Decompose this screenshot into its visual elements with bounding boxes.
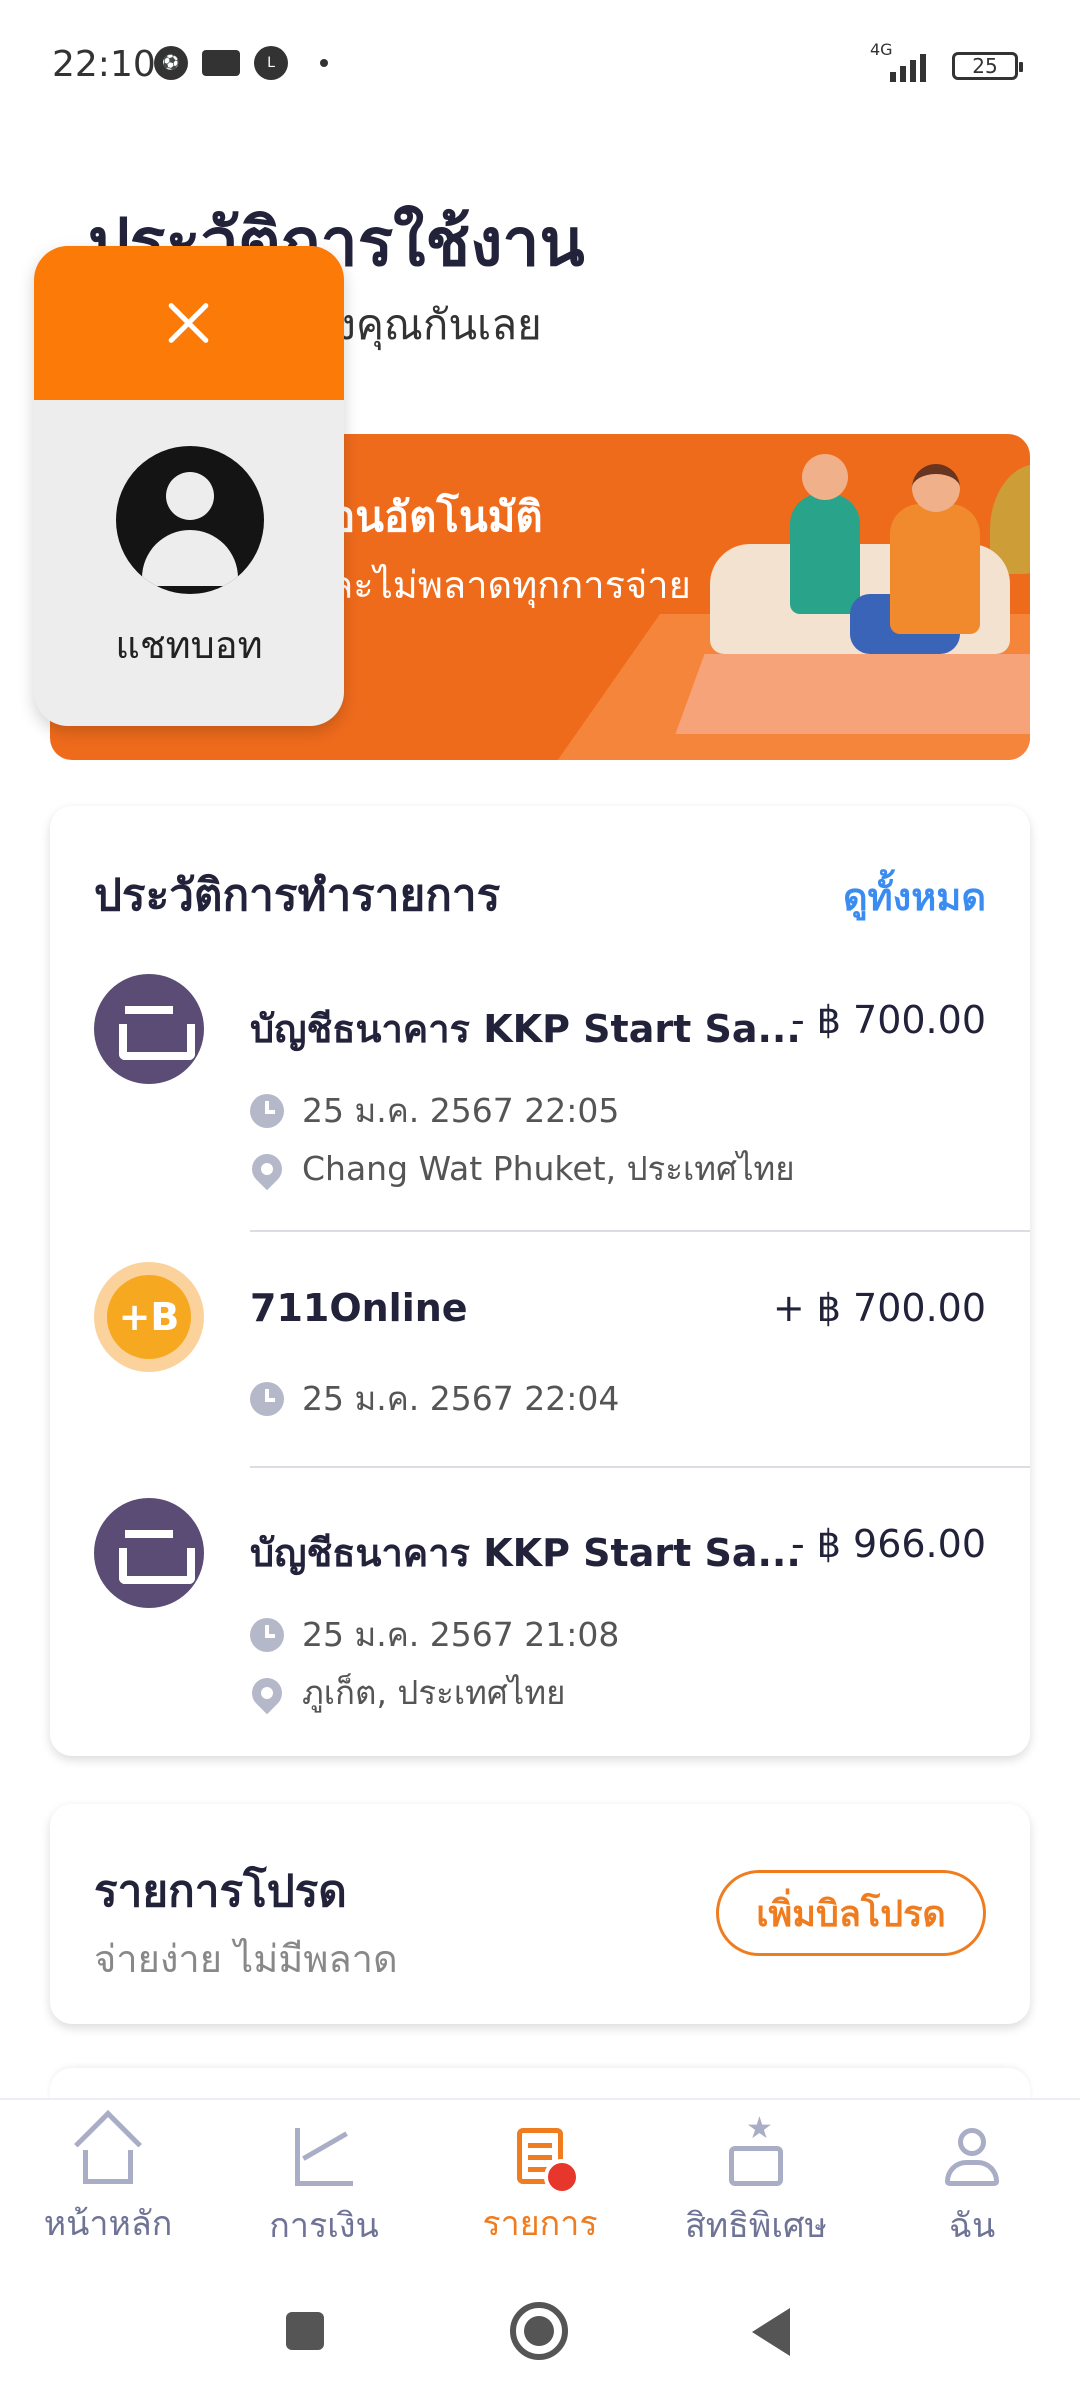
person-illustration xyxy=(790,494,860,614)
close-icon xyxy=(162,296,216,350)
baht-coin-icon: +B xyxy=(94,1262,204,1372)
bottom-nav: หน้าหลัก การเงิน รายการ สิทธิพิเศษ ฉัน xyxy=(0,2098,1080,2268)
chatbot-widget[interactable]: แชทบอท xyxy=(34,246,344,726)
banner-rug xyxy=(675,654,1030,734)
divider xyxy=(250,1466,1030,1468)
crown-icon xyxy=(202,50,240,76)
location-pin-icon xyxy=(245,1671,289,1714)
transaction-location-text: Chang Wat Phuket, ประเทศไทย xyxy=(302,1149,795,1188)
status-time: 22:10 xyxy=(52,44,156,85)
transaction-datetime-text: 25 ม.ค. 2567 22:05 xyxy=(302,1091,620,1130)
banner-title: อนอัตโนมัติ xyxy=(330,492,543,541)
transaction-location-text: ภูเก็ต, ประเทศไทย xyxy=(302,1673,566,1712)
banner-text: ละไม่พลาดทุกการจ่าย xyxy=(330,563,691,607)
notification-icons: ⚽ L xyxy=(154,46,328,80)
nav-label: สิทธิพิเศษ xyxy=(685,2206,827,2246)
favorite-bills-subtitle: จ่ายง่าย ไม่มีพลาด xyxy=(94,1937,398,1981)
transaction-row[interactable]: บัญชีธนาคาร KKP Start Sa... - ฿ 700.00 2… xyxy=(50,974,1030,1254)
recent-apps-icon[interactable] xyxy=(286,2312,324,2350)
transaction-amount: - ฿ 966.00 xyxy=(790,1522,986,1566)
kkp-bank-icon xyxy=(94,974,204,1084)
transaction-amount: + ฿ 700.00 xyxy=(772,1286,986,1330)
soccer-ball-icon: ⚽ xyxy=(154,46,188,80)
profile-icon xyxy=(943,2128,1001,2186)
location-pin-icon xyxy=(245,1147,289,1190)
signal-icon xyxy=(890,50,926,82)
history-title: ประวัติการทำรายการ xyxy=(94,870,501,921)
line-icon: L xyxy=(254,46,288,80)
home-icon xyxy=(74,2110,142,2184)
finance-chart-icon xyxy=(295,2128,353,2186)
nav-label: การเงิน xyxy=(269,2206,379,2246)
transaction-datetime-text: 25 ม.ค. 2567 22:04 xyxy=(302,1379,620,1418)
divider xyxy=(250,1230,1030,1232)
transaction-location: ภูเก็ต, ประเทศไทย xyxy=(245,1666,566,1719)
nav-item-home[interactable]: หน้าหลัก xyxy=(0,2100,216,2268)
favorite-bills-card: รายการโปรด จ่ายง่าย ไม่มีพลาด เพิ่มบิลโป… xyxy=(50,1804,1030,2024)
chatbot-close-button[interactable] xyxy=(34,246,344,400)
transaction-datetime: 25 ม.ค. 2567 22:05 xyxy=(250,1084,619,1137)
transaction-name: บัญชีธนาคาร KKP Start Sa... xyxy=(250,1007,801,1051)
nav-label: รายการ xyxy=(482,2204,598,2244)
privileges-gift-icon xyxy=(729,2111,783,2186)
transaction-row[interactable]: +B 711Online + ฿ 700.00 25 ม.ค. 2567 22:… xyxy=(50,1262,1030,1462)
nav-item-transactions[interactable]: รายการ xyxy=(432,2100,648,2268)
kkp-bank-icon xyxy=(94,1498,204,1608)
person-head-illustration xyxy=(802,454,848,500)
nav-item-finance[interactable]: การเงิน xyxy=(216,2100,432,2268)
transaction-name: 711Online xyxy=(250,1286,468,1330)
status-bar: 22:10 ⚽ L 4G 25 xyxy=(0,0,1080,130)
chatbot-avatar-icon[interactable] xyxy=(116,446,264,594)
clock-icon xyxy=(250,1617,284,1652)
battery-icon: 25 xyxy=(952,52,1023,80)
home-button-icon[interactable] xyxy=(510,2302,568,2360)
nav-label: หน้าหลัก xyxy=(43,2204,173,2244)
transaction-datetime-text: 25 ม.ค. 2567 21:08 xyxy=(302,1615,620,1654)
person-head-illustration xyxy=(912,464,960,512)
add-favorite-bill-button[interactable]: เพิ่มบิลโปรด xyxy=(716,1870,986,1956)
transaction-datetime: 25 ม.ค. 2567 21:08 xyxy=(250,1608,619,1661)
favorite-bills-title: รายการโปรด xyxy=(94,1866,347,1917)
clock-icon xyxy=(250,1381,284,1416)
more-notifications-dot-icon xyxy=(320,59,328,67)
transaction-row[interactable]: บัญชีธนาคาร KKP Start Sa... - ฿ 966.00 2… xyxy=(50,1498,1030,1738)
transaction-amount: - ฿ 700.00 xyxy=(790,998,986,1042)
system-nav-bar xyxy=(0,2268,1080,2400)
transaction-location: Chang Wat Phuket, ประเทศไทย xyxy=(245,1142,795,1195)
clock-icon xyxy=(250,1093,284,1128)
transaction-name: บัญชีธนาคาร KKP Start Sa... xyxy=(250,1531,801,1575)
transactions-list-icon xyxy=(517,2128,580,2195)
person-illustration xyxy=(890,504,980,634)
nav-item-profile[interactable]: ฉัน xyxy=(864,2100,1080,2268)
chatbot-label[interactable]: แชทบอท xyxy=(34,614,344,675)
back-icon[interactable] xyxy=(752,2308,790,2356)
nav-item-privileges[interactable]: สิทธิพิเศษ xyxy=(648,2100,864,2268)
transaction-datetime: 25 ม.ค. 2567 22:04 xyxy=(250,1372,619,1425)
nav-label: ฉัน xyxy=(948,2206,996,2246)
transaction-history-card: ประวัติการทำรายการ ดูทั้งหมด บัญชีธนาคาร… xyxy=(50,806,1030,1756)
see-all-link[interactable]: ดูทั้งหมด xyxy=(843,866,986,927)
